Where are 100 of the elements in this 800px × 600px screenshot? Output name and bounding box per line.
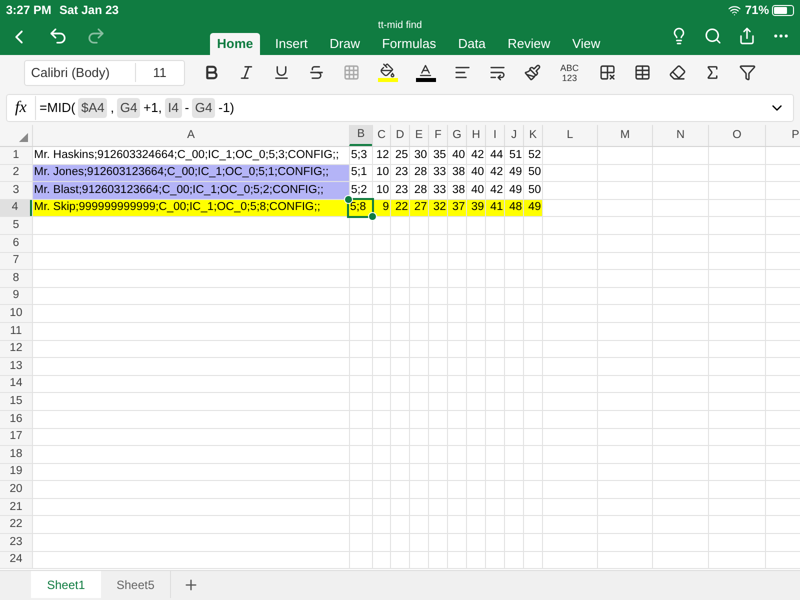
status-time: 3:27 PM [6, 2, 52, 19]
table-cell: 23 [390, 182, 409, 199]
sheet-tab[interactable]: Sheet5 [101, 571, 171, 598]
row-header[interactable]: 21 [0, 498, 32, 516]
row-header[interactable]: 5 [0, 217, 32, 234]
search-icon[interactable] [704, 27, 722, 45]
ribbon-tab[interactable]: Draw [322, 33, 367, 55]
underline-icon[interactable] [272, 64, 290, 81]
table-cell: 44 [485, 147, 504, 164]
table-cell: 5;2 [349, 182, 372, 199]
table-cell: 49 [523, 200, 542, 216]
column-header[interactable]: D [390, 125, 409, 146]
formula-text: +1, [143, 99, 162, 118]
formula-text: , [110, 99, 114, 118]
column-header[interactable]: F [428, 125, 447, 146]
font-color-icon[interactable] [416, 63, 436, 82]
row-header[interactable]: 20 [0, 481, 32, 498]
table-cell: 28 [409, 182, 428, 199]
ribbon-tab[interactable]: Data [451, 33, 493, 55]
ribbon-tab[interactable]: Insert [268, 33, 315, 55]
table-cell: 27 [409, 200, 428, 216]
row-header[interactable]: 6 [0, 234, 32, 252]
ribbon-tab[interactable]: Review [500, 33, 558, 55]
cell-reference: G4 [117, 98, 140, 118]
column-header[interactable]: G [447, 125, 466, 146]
fill-color-icon[interactable] [378, 63, 398, 82]
table-cell: 35 [428, 147, 447, 164]
format-painter-icon[interactable] [524, 64, 540, 81]
column-header[interactable]: B [349, 125, 372, 146]
font-name[interactable]: Calibri (Body) [25, 62, 135, 82]
row-header[interactable]: 13 [0, 358, 32, 375]
wrap-text-icon[interactable] [488, 64, 506, 81]
share-icon[interactable] [738, 27, 756, 45]
column-header[interactable]: L [542, 125, 597, 146]
row-header[interactable]: 7 [0, 252, 32, 270]
window-title: tt-mid find [378, 20, 422, 32]
eraser-icon[interactable] [668, 64, 686, 81]
strikethrough-icon[interactable] [308, 64, 324, 81]
row-header[interactable]: 14 [0, 376, 32, 392]
undo-icon[interactable] [48, 26, 68, 46]
row-header[interactable]: 22 [0, 516, 32, 534]
column-header[interactable]: N [652, 125, 708, 146]
row-header[interactable]: 10 [0, 305, 32, 322]
row-header[interactable]: 9 [0, 288, 32, 304]
table-cell: 33 [428, 164, 447, 182]
column-header[interactable]: J [504, 125, 523, 146]
wifi-icon [728, 4, 741, 16]
sort-filter-icon[interactable] [738, 64, 756, 81]
column-header[interactable]: H [466, 125, 485, 146]
ribbon-tab[interactable]: Formulas [374, 33, 444, 55]
row-header[interactable]: 8 [0, 270, 32, 287]
table-cell: 38 [447, 182, 466, 199]
row-header[interactable]: 1 [0, 147, 32, 164]
row-header[interactable]: 15 [0, 393, 32, 410]
column-header[interactable]: E [409, 125, 428, 146]
table-cell: 28 [409, 164, 428, 182]
table-cell: Mr. Blast;912603123664;C_00;IC_1;OC_0;5;2;CONFIG;; [32, 182, 349, 199]
add-sheet-icon[interactable] [183, 577, 199, 593]
row-header[interactable]: 4 [0, 200, 32, 216]
table-cell: 49 [504, 182, 523, 199]
ribbon-tab[interactable]: View [565, 33, 608, 55]
row-header[interactable]: 12 [0, 340, 32, 358]
table-cell: 40 [447, 147, 466, 164]
fx-label: fx [7, 96, 36, 120]
table-cell: 22 [390, 200, 409, 216]
delete-cells-icon[interactable] [598, 64, 616, 81]
column-header[interactable]: C [372, 125, 390, 146]
cell-reference: I4 [164, 98, 182, 118]
column-header[interactable]: M [597, 125, 652, 146]
row-header[interactable]: 18 [0, 446, 32, 463]
ribbon-tab[interactable]: Home [210, 33, 260, 55]
table-cell: 50 [523, 182, 542, 199]
row-header[interactable]: 16 [0, 410, 32, 428]
table-cell: 33 [428, 182, 447, 199]
font-picker[interactable]: Calibri (Body) 11 [24, 60, 184, 86]
table-cell: 49 [504, 164, 523, 182]
row-header[interactable]: 19 [0, 464, 32, 480]
table-cell: 38 [447, 164, 466, 182]
row-header[interactable]: 11 [0, 322, 32, 340]
table-cell: 10 [372, 164, 390, 182]
column-header[interactable]: I [485, 125, 504, 146]
sheet-tab[interactable]: Sheet1 [31, 571, 101, 598]
row-header[interactable]: 2 [0, 164, 32, 182]
cell-reference: G4 [192, 98, 216, 118]
formula-bar[interactable]: fx =MID( $A4 , G4 +1, I4 - G4 -1) [6, 94, 794, 122]
column-header[interactable]: O [708, 125, 765, 146]
number-format-button[interactable]: ABC 123 [558, 62, 580, 82]
row-header[interactable]: 3 [0, 182, 32, 199]
table-cell: 30 [409, 147, 428, 164]
row-header[interactable]: 17 [0, 428, 32, 446]
table-icon[interactable] [634, 64, 650, 81]
column-header[interactable]: P [765, 125, 800, 146]
row-header[interactable]: 24 [0, 552, 32, 568]
column-header[interactable]: K [523, 125, 542, 146]
row-header[interactable]: 23 [0, 534, 32, 551]
table-cell: 41 [485, 200, 504, 216]
table-cell: Mr. Jones;912603123664;C_00;IC_1;OC_0;5;1;CONFIG;; [32, 164, 349, 182]
align-icon[interactable] [454, 64, 470, 81]
selection-handle[interactable] [368, 212, 377, 222]
font-size[interactable]: 11 [135, 62, 184, 82]
